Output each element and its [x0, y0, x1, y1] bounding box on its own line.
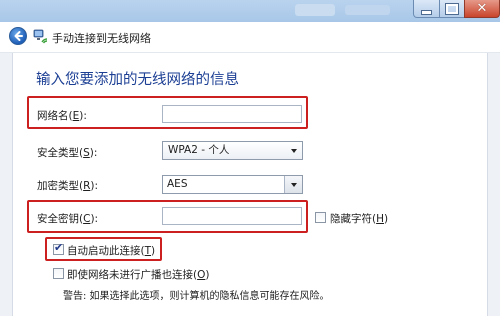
title-bar-blurred-area	[295, 4, 335, 16]
network-name-label: 网络名(E):	[37, 110, 87, 122]
maximize-icon	[445, 2, 459, 15]
header-bar: 手动连接到无线网络	[0, 22, 500, 53]
hide-characters-label: 隐藏字符(H)	[330, 213, 389, 225]
left-frame-edge	[0, 53, 12, 316]
window-title: 手动连接到无线网络	[52, 32, 151, 45]
security-key-field[interactable]	[162, 207, 302, 225]
right-frame-edge	[488, 53, 500, 316]
encryption-type-dropdown[interactable]: AES	[162, 175, 303, 194]
encryption-dropdown-button[interactable]	[284, 176, 302, 193]
manual-wireless-connect-window: ✕ 手动连接到无线网络 输入您要添加的无线网络的信息 网络名(E): 安全类型(…	[0, 0, 500, 316]
back-button[interactable]	[9, 27, 27, 45]
minimize-button[interactable]	[413, 0, 440, 18]
auto-start-checkbox[interactable]: ✔	[53, 241, 64, 255]
close-icon: ✕	[476, 1, 488, 16]
connect-if-not-broadcasting-label: 即使网络未进行广播也连接(O)	[67, 269, 210, 281]
back-arrow-icon	[14, 31, 23, 41]
page-heading: 输入您要添加的无线网络的信息	[36, 72, 239, 88]
security-type-label: 安全类型(S):	[37, 147, 98, 159]
left-frame-line	[12, 53, 13, 316]
chevron-down-icon	[291, 149, 297, 153]
security-type-dropdown[interactable]: WPA2 - 个人	[162, 141, 303, 160]
maximize-button[interactable]	[439, 0, 465, 18]
title-bar[interactable]: ✕	[0, 0, 500, 22]
encryption-type-label: 加密类型(R):	[37, 180, 99, 192]
encryption-type-selected: AES	[167, 178, 188, 190]
close-button[interactable]: ✕	[464, 0, 500, 18]
connect-if-not-broadcasting-checkbox[interactable]	[53, 268, 64, 279]
network-name-field[interactable]	[162, 105, 302, 123]
checkmark-icon: ✔	[54, 241, 64, 254]
wireless-network-icon	[33, 29, 48, 44]
privacy-warning-text: 警告: 如果选择此选项，则计算机的隐私信息可能存在风险。	[63, 291, 330, 302]
security-key-label: 安全密钥(C):	[37, 213, 99, 225]
chevron-down-icon	[291, 183, 297, 187]
security-type-selected: WPA2 - 个人	[168, 144, 230, 156]
minimize-icon	[421, 9, 432, 15]
hide-characters-checkbox[interactable]	[315, 212, 326, 223]
title-bar-blurred-area-2	[345, 5, 390, 15]
auto-start-label: 自动启动此连接(T)	[67, 245, 156, 257]
